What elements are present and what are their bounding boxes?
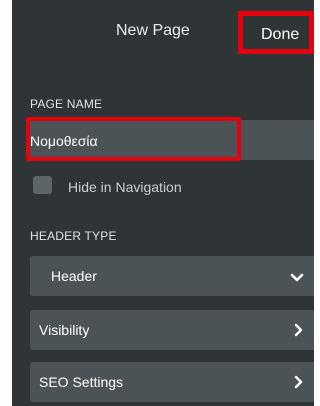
chevron-right-icon <box>294 323 304 342</box>
page-name-label: PAGE NAME <box>30 97 103 111</box>
header-type-select[interactable]: Header <box>30 256 314 296</box>
panel-header: New Page Done <box>12 0 314 68</box>
seo-settings-label: SEO Settings <box>39 374 124 390</box>
hide-in-navigation-checkbox[interactable] <box>33 176 52 194</box>
page-settings-panel: New Page Done PAGE NAME Νομοθεσία Hide i… <box>12 0 314 406</box>
visibility-label: Visibility <box>39 322 90 338</box>
visibility-row[interactable]: Visibility <box>30 310 314 350</box>
page-name-value: Νομοθεσία <box>30 133 98 149</box>
seo-settings-row[interactable]: SEO Settings <box>30 362 314 402</box>
chevron-right-icon <box>294 375 304 394</box>
done-button[interactable]: Done <box>238 11 314 54</box>
hide-in-navigation-label: Hide in Navigation <box>68 179 182 195</box>
chevron-down-icon <box>290 270 304 288</box>
header-type-label: HEADER TYPE <box>30 229 117 243</box>
page-title: New Page <box>116 22 190 39</box>
header-type-value: Header <box>51 268 97 284</box>
